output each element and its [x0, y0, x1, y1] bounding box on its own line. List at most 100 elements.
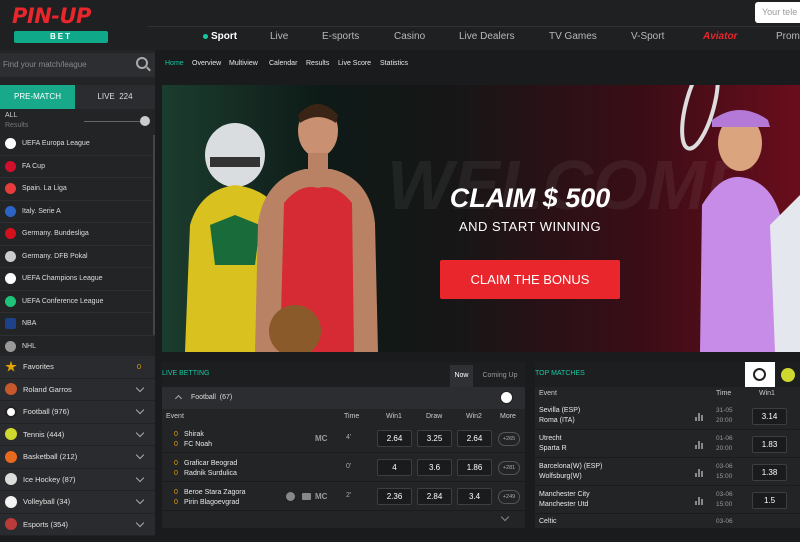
more-markets-button[interactable]: +265	[498, 432, 520, 446]
top-match-row[interactable]: Barcelona(W) (ESP) Wolfsburg(W) 03-06 15…	[535, 458, 800, 486]
stats-icon[interactable]	[695, 469, 703, 477]
odd-win1[interactable]: 2.64	[377, 430, 412, 447]
nav-promotions[interactable]: Prom	[776, 31, 800, 42]
subnav-calendar[interactable]: Calendar	[269, 60, 297, 67]
league-item[interactable]: Spain. La Liga	[0, 178, 155, 201]
sport-item[interactable]: Esports (354)	[0, 513, 155, 536]
promo-banner[interactable]: WELCOME CLAIM $ 500 AND START WINNING CL…	[162, 85, 800, 352]
toggle-knob[interactable]	[140, 116, 150, 126]
subnav-results[interactable]: Results	[306, 60, 329, 67]
nav-live-dealers[interactable]: Live Dealers	[459, 31, 515, 42]
nav-esports[interactable]: E-sports	[322, 31, 359, 42]
nav-sport[interactable]: Sport	[203, 31, 237, 42]
sport-item[interactable]: Basketball (212)	[0, 446, 155, 469]
league-item[interactable]: Germany. Bundesliga	[0, 223, 155, 246]
chevron-up-icon[interactable]	[174, 394, 183, 403]
odd-win2[interactable]: 1.86	[457, 459, 492, 476]
odd-win1[interactable]: 1.5	[752, 492, 787, 509]
sport-label: Ice Hockey (87)	[23, 474, 76, 484]
sport-item[interactable]: Football (976)	[0, 401, 155, 424]
top-match-row[interactable]: Celtic 03-06	[535, 514, 800, 542]
odd-win2[interactable]: 3.4	[457, 488, 492, 505]
league-label: NHL	[22, 342, 37, 350]
more-markets-button[interactable]: +281	[498, 461, 520, 475]
odd-draw[interactable]: 2.84	[417, 488, 452, 505]
sport-group-title: Football (67)	[191, 394, 232, 401]
nav-casino[interactable]: Casino	[394, 31, 425, 42]
odd-win1[interactable]: 1.38	[752, 464, 787, 481]
pin-up-logo[interactable]: PIN-UP BET	[12, 4, 112, 44]
league-item[interactable]: UEFA Europa League	[0, 133, 155, 156]
sport-item[interactable]: Ice Hockey (87)	[0, 468, 155, 491]
tab-prematch[interactable]: PRE-MATCH	[0, 85, 75, 109]
top-search-input[interactable]: Your tele	[755, 2, 800, 23]
star-icon	[5, 360, 17, 372]
match-center-icon[interactable]: MC	[315, 434, 327, 443]
top-match-row[interactable]: Manchester City Manchester Utd 03-06 15:…	[535, 486, 800, 514]
nav-live[interactable]: Live	[270, 31, 288, 42]
tab-now[interactable]: Now	[450, 365, 473, 387]
all-label: ALL	[5, 112, 18, 119]
odd-win1[interactable]: 2.36	[377, 488, 412, 505]
live-event-row[interactable]: 0 Graficar Beograd 0 Radnik Surdulica 0'…	[162, 454, 525, 482]
score-home: 0	[174, 489, 178, 496]
sport-label: Tennis (444)	[23, 429, 65, 439]
sport-item[interactable]: Roland Garros	[0, 378, 155, 401]
subnav-home[interactable]: Home	[165, 60, 184, 67]
subnav-overview[interactable]: Overview	[192, 60, 221, 67]
more-markets-button[interactable]: +249	[498, 490, 520, 504]
top-match-row[interactable]: Sevilla (ESP) Roma (ITA) 31-05 20:00 3.1…	[535, 402, 800, 430]
laliga-icon	[5, 183, 16, 195]
live-event-row[interactable]: 0 Beroe Stara Zagora 0 Pirin Blagoevgrad…	[162, 483, 525, 511]
score-away: 0	[174, 499, 178, 506]
col-time: Time	[344, 413, 360, 420]
top-match-row[interactable]: Utrecht Sparta R 01-06 20:00 1.83	[535, 430, 800, 458]
chevron-down-icon[interactable]	[500, 512, 510, 522]
odd-win2[interactable]: 2.64	[457, 430, 492, 447]
sport-item[interactable]: Tennis (444)	[0, 423, 155, 446]
info-icon[interactable]	[286, 492, 295, 501]
sport-list: Favorites 0 Roland Garros Football (976) …	[0, 356, 155, 536]
sidebar-search[interactable]: Find your match/league	[0, 53, 155, 77]
match-center-icon[interactable]: MC	[315, 492, 327, 501]
league-item[interactable]: NHL	[0, 336, 155, 358]
chevron-down-icon	[135, 383, 145, 392]
top-matches-panel: TOP MATCHES Event Time Win1 Sevilla (ESP…	[535, 362, 800, 542]
search-icon[interactable]	[136, 57, 148, 69]
league-item[interactable]: UEFA Conference League	[0, 291, 155, 313]
league-item[interactable]: FA Cup	[0, 156, 155, 178]
nav-tv-games[interactable]: TV Games	[549, 31, 597, 42]
odd-draw[interactable]: 3.25	[417, 430, 452, 447]
odd-win1[interactable]: 4	[377, 459, 412, 476]
tab-coming-up[interactable]: Coming Up	[475, 365, 525, 387]
tennis-icon	[5, 428, 17, 441]
stats-icon[interactable]	[695, 441, 703, 449]
nav-v-sport[interactable]: V-Sport	[631, 31, 664, 42]
results-toggle[interactable]	[84, 116, 150, 126]
sport-item-favorites[interactable]: Favorites 0	[0, 356, 155, 379]
league-item[interactable]: Italy. Serie A	[0, 201, 155, 223]
sport-item[interactable]: Volleyball (34)	[0, 491, 155, 514]
stats-icon[interactable]	[695, 497, 703, 505]
tab-live[interactable]: LIVE 224	[75, 85, 155, 109]
nav-aviator[interactable]: Aviator	[703, 31, 737, 42]
subnav-multiview[interactable]: Multiview	[229, 60, 258, 67]
sport-group-header[interactable]: Football (67)	[162, 387, 525, 409]
stats-icon[interactable]	[695, 413, 703, 421]
subnav-statistics[interactable]: Statistics	[380, 60, 408, 67]
claim-bonus-button[interactable]: CLAIM THE BONUS	[440, 260, 620, 299]
odd-win1[interactable]: 1.83	[752, 436, 787, 453]
sidebar-scrollbar[interactable]	[153, 135, 155, 335]
sport-label: Volleyball (34)	[23, 497, 71, 507]
football-filter-tab[interactable]	[745, 362, 775, 387]
match-time: 4'	[346, 434, 352, 441]
league-item[interactable]: UEFA Champions League	[0, 268, 155, 291]
league-item[interactable]: Germany. DFB Pokal	[0, 246, 155, 268]
tennis-icon[interactable]	[781, 368, 795, 382]
live-event-row[interactable]: 0 Shirak 0 FC Noah MC 4' 2.64 3.25 2.64 …	[162, 425, 525, 453]
league-item[interactable]: NBA	[0, 313, 155, 336]
subnav-live-score[interactable]: Live Score	[338, 60, 371, 67]
odd-draw[interactable]: 3.6	[417, 459, 452, 476]
stream-icon[interactable]	[302, 493, 311, 500]
odd-win1[interactable]: 3.14	[752, 408, 787, 425]
